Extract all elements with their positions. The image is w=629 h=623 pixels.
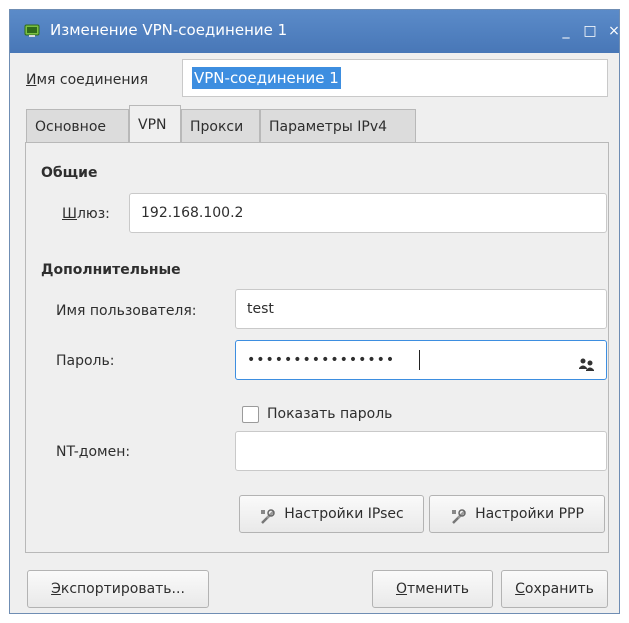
general-section-title: Общие bbox=[41, 165, 98, 181]
vpn-edit-dialog: Изменение VPN-соединение 1 _ □ × Имя сое… bbox=[9, 9, 620, 614]
show-password-label: Показать пароль bbox=[267, 406, 393, 422]
maximize-button[interactable]: □ bbox=[577, 18, 603, 44]
username-label: Имя пользователя: bbox=[56, 303, 197, 319]
gateway-label: Шлюз: bbox=[62, 206, 110, 222]
advanced-section-title: Дополнительные bbox=[41, 262, 181, 278]
tools-icon bbox=[450, 504, 468, 524]
minimize-button[interactable]: _ bbox=[553, 18, 579, 44]
export-button[interactable]: Экспортировать... bbox=[27, 570, 209, 608]
window-title: Изменение VPN-соединение 1 bbox=[50, 21, 288, 39]
tab-proxy[interactable]: Прокси bbox=[181, 109, 260, 143]
tab-basic[interactable]: Основное bbox=[26, 109, 129, 143]
cancel-button[interactable]: Отменить bbox=[372, 570, 493, 608]
connection-name-input[interactable]: VPN-соединение 1 bbox=[182, 59, 608, 97]
save-button[interactable]: Сохранить bbox=[501, 570, 608, 608]
tools-icon bbox=[259, 504, 277, 524]
tab-vpn[interactable]: VPN bbox=[129, 105, 181, 143]
nt-domain-input[interactable] bbox=[235, 431, 607, 471]
ppp-settings-button[interactable]: Настройки PPP bbox=[429, 495, 605, 533]
password-label: Пароль: bbox=[56, 353, 115, 369]
password-input[interactable]: •••••••••••••••• bbox=[235, 340, 607, 380]
close-button[interactable]: × bbox=[601, 18, 627, 44]
ipsec-settings-button[interactable]: Настройки IPsec bbox=[239, 495, 424, 533]
users-icon[interactable] bbox=[578, 351, 596, 371]
tab-ipv4[interactable]: Параметры IPv4 bbox=[260, 109, 416, 143]
show-password-checkbox[interactable] bbox=[242, 406, 259, 423]
title-bar[interactable]: Изменение VPN-соединение 1 _ □ × bbox=[10, 10, 620, 53]
gateway-input[interactable]: 192.168.100.2 bbox=[129, 193, 607, 233]
connection-name-value: VPN-соединение 1 bbox=[192, 67, 341, 89]
network-icon bbox=[24, 23, 40, 39]
nt-domain-label: NT-домен: bbox=[56, 444, 131, 460]
connection-name-label: Имя соединения bbox=[26, 72, 149, 88]
username-input[interactable]: test bbox=[235, 289, 607, 329]
password-value: •••••••••••••••• bbox=[247, 352, 396, 368]
text-caret bbox=[419, 350, 420, 370]
